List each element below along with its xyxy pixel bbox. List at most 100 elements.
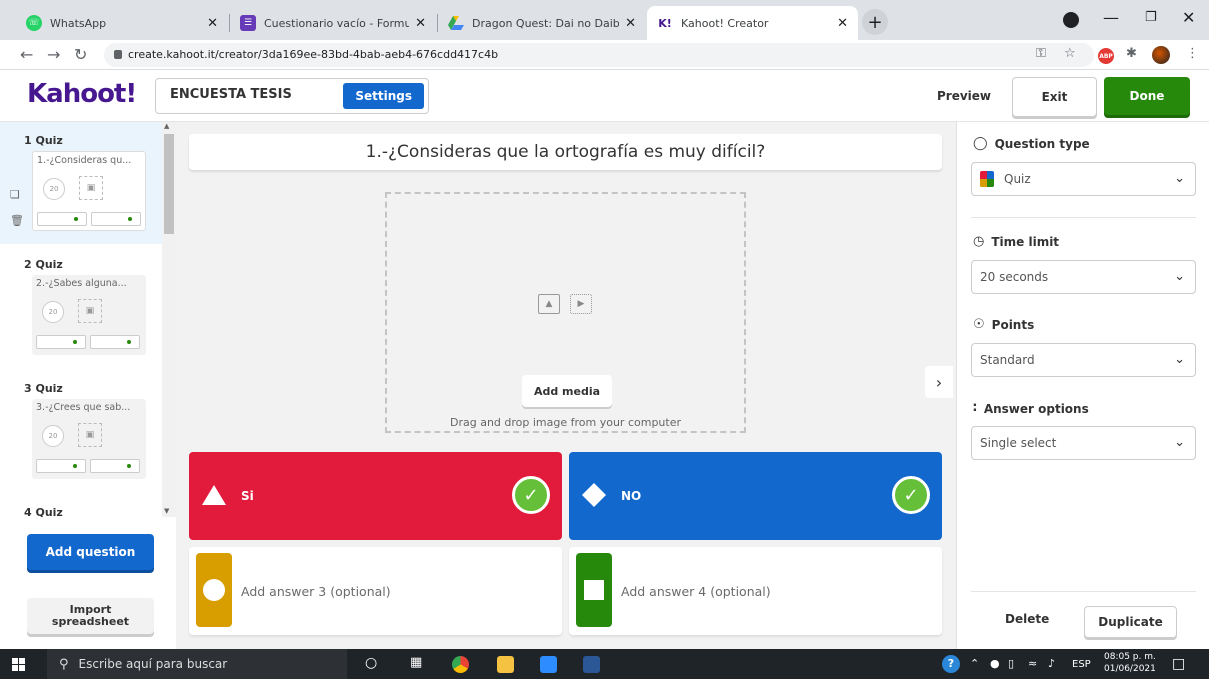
done-button[interactable]: Done <box>1104 77 1190 115</box>
browser-tab-google-forms[interactable]: ☰ Cuestionario vacío - Formularios ✕ <box>230 6 436 40</box>
browser-tab-whatsapp[interactable]: ☏ WhatsApp ✕ <box>16 6 228 40</box>
language-indicator[interactable]: ESP <box>1072 659 1091 670</box>
scroll-up-icon[interactable]: ▲ <box>164 122 169 130</box>
quiz-type-icon <box>980 171 994 187</box>
import-spreadsheet-button[interactable]: Import spreadsheet <box>27 598 154 634</box>
close-tab-icon[interactable]: ✕ <box>207 16 218 31</box>
answer-2-text[interactable]: NO <box>621 452 641 540</box>
answer-4-input[interactable]: Add answer 4 (optional) <box>621 547 771 635</box>
slide-label: 2 Quiz <box>24 258 63 271</box>
profile-icon[interactable] <box>1063 12 1079 28</box>
slide-item-2[interactable]: 2 Quiz 2.-¿Sabes alguna... 20 ▣ <box>0 246 162 368</box>
video-icon: ▶ <box>570 294 592 314</box>
sidebar-scroll-thumb[interactable] <box>164 134 174 234</box>
add-media-button[interactable]: Add media <box>522 375 612 407</box>
cortana-icon[interactable]: ○ <box>365 655 377 671</box>
taskbar-clock[interactable]: 08:05 p. m. 01/06/2021 <box>1104 652 1156 675</box>
slide-item-3[interactable]: 3 Quiz 3.-¿Crees que sab... 20 ▣ <box>0 370 162 492</box>
extensions-puzzle-icon[interactable]: ✱ <box>1126 46 1137 61</box>
word-taskbar-icon[interactable] <box>583 656 600 673</box>
adblock-icon[interactable]: ABP <box>1098 48 1114 64</box>
back-icon[interactable]: ← <box>20 45 33 64</box>
answer-options-select[interactable]: Single select ⌄ <box>971 426 1196 460</box>
whatsapp-icon: ☏ <box>26 15 42 31</box>
duplicate-question-button[interactable]: Duplicate <box>1084 606 1177 638</box>
kahoot-logo[interactable]: Kahoot! <box>27 79 137 109</box>
media-dropzone[interactable]: ▲ ▶ Add media Drag and drop image from y… <box>385 192 746 433</box>
question-type-select[interactable]: Quiz ⌄ <box>971 162 1196 196</box>
microphone-icon[interactable]: ● <box>990 657 1000 670</box>
google-drive-icon <box>448 15 464 31</box>
new-tab-button[interactable]: + <box>862 9 888 35</box>
tray-chevron-up-icon[interactable]: ⌃ <box>970 657 979 670</box>
restore-icon[interactable]: ❐ <box>1145 10 1157 25</box>
slide-answer-box <box>36 335 86 349</box>
close-tab-icon[interactable]: ✕ <box>415 16 426 31</box>
address-bar: ← → ↻ create.kahoot.it/creator/3da169ee-… <box>0 40 1209 70</box>
settings-button[interactable]: Settings <box>343 83 424 109</box>
minimize-icon[interactable]: — <box>1103 8 1119 27</box>
time-limit-select[interactable]: 20 seconds ⌄ <box>971 260 1196 294</box>
close-tab-icon[interactable]: ✕ <box>625 16 636 31</box>
slide-label: 1 Quiz <box>24 134 63 147</box>
answer-1[interactable]: Si ✓ <box>189 452 562 540</box>
scroll-down-icon[interactable]: ▼ <box>164 507 169 515</box>
search-icon: ⚲ <box>59 656 69 672</box>
windows-start-icon[interactable] <box>12 658 26 671</box>
add-question-button[interactable]: Add question <box>27 534 154 570</box>
browser-tab-kahoot[interactable]: K! Kahoot! Creator ✕ <box>647 6 858 40</box>
battery-icon[interactable]: ▯ <box>1008 657 1014 670</box>
correct-answer-toggle[interactable]: ✓ <box>892 476 930 514</box>
close-tab-icon[interactable]: ✕ <box>837 16 848 31</box>
collapse-panel-button[interactable]: › <box>925 366 953 398</box>
points-select[interactable]: Standard ⌄ <box>971 343 1196 377</box>
delete-question-button[interactable]: Delete <box>1005 612 1049 626</box>
answer-3[interactable]: Add answer 3 (optional) <box>189 547 562 635</box>
chevron-down-icon: ⌄ <box>1174 171 1185 186</box>
close-window-icon[interactable]: ✕ <box>1182 8 1195 27</box>
reload-icon[interactable]: ↻ <box>74 45 87 64</box>
slide-item-1[interactable]: 1 Quiz ❏ 🗑 1.-¿Consideras qu... 20 ▣ <box>0 122 162 244</box>
taskbar-search-box[interactable]: ⚲ Escribe aquí para buscar <box>47 649 347 679</box>
slide-timer: 20 <box>42 425 64 447</box>
slide-timer: 20 <box>43 178 65 200</box>
browser-menu-icon[interactable]: ⋮ <box>1186 46 1199 61</box>
answer-4[interactable]: Add answer 4 (optional) <box>569 547 942 635</box>
browser-tab-google-drive[interactable]: Dragon Quest: Dai no Daibouken ✕ <box>438 6 646 40</box>
tab-title: Kahoot! Creator <box>681 16 769 30</box>
speaker-icon[interactable]: ♪ <box>1048 657 1055 670</box>
question-input[interactable]: 1.-¿Consideras que la ortografía es muy … <box>189 134 942 170</box>
delete-slide-icon[interactable]: 🗑 <box>10 214 24 227</box>
correct-answer-toggle[interactable]: ✓ <box>512 476 550 514</box>
time-limit-heading: ◷ Time limit <box>973 234 1060 249</box>
taskbar-search-placeholder: Escribe aquí para buscar <box>78 657 228 671</box>
question-editor: 1.-¿Consideras que la ortografía es muy … <box>176 122 956 649</box>
slide-thumbnail: 3.-¿Crees que sab... 20 ▣ <box>32 399 146 479</box>
file-explorer-icon[interactable] <box>497 656 514 673</box>
profile-avatar[interactable] <box>1152 46 1170 64</box>
exit-button[interactable]: Exit <box>1012 77 1097 117</box>
duplicate-slide-icon[interactable]: ❏ <box>10 188 20 201</box>
password-key-icon[interactable]: ⚿ <box>1036 46 1046 61</box>
help-icon[interactable]: ? <box>942 655 960 673</box>
slide-item-4[interactable]: 4 Quiz <box>0 494 162 517</box>
points-heading: ☉ Points <box>973 317 1035 332</box>
zoom-taskbar-icon[interactable] <box>540 656 557 673</box>
slide-thumbnail: 2.-¿Sabes alguna... 20 ▣ <box>32 275 146 355</box>
clock-date: 01/06/2021 <box>1104 663 1156 674</box>
tab-title: Cuestionario vacío - Formularios <box>264 16 410 30</box>
forward-icon[interactable]: → <box>47 45 60 64</box>
wifi-icon[interactable]: ≈ <box>1028 657 1037 670</box>
task-view-icon[interactable]: ▦ <box>410 655 422 670</box>
notifications-icon[interactable]: □ <box>1172 656 1185 672</box>
answer-3-input[interactable]: Add answer 3 (optional) <box>241 547 391 635</box>
slide-answer-box <box>90 459 140 473</box>
answer-1-text[interactable]: Si <box>241 452 254 540</box>
chrome-taskbar-icon[interactable] <box>452 656 469 673</box>
preview-button[interactable]: Preview <box>937 89 991 103</box>
answer-2[interactable]: NO ✓ <box>569 452 942 540</box>
slide-answer-box <box>37 212 87 226</box>
bookmark-star-icon[interactable]: ☆ <box>1064 46 1076 61</box>
url-field[interactable]: create.kahoot.it/creator/3da169ee-83bd-4… <box>104 43 1094 67</box>
kahoot-title-field[interactable]: ENCUESTA TESIS Settings <box>155 78 429 114</box>
